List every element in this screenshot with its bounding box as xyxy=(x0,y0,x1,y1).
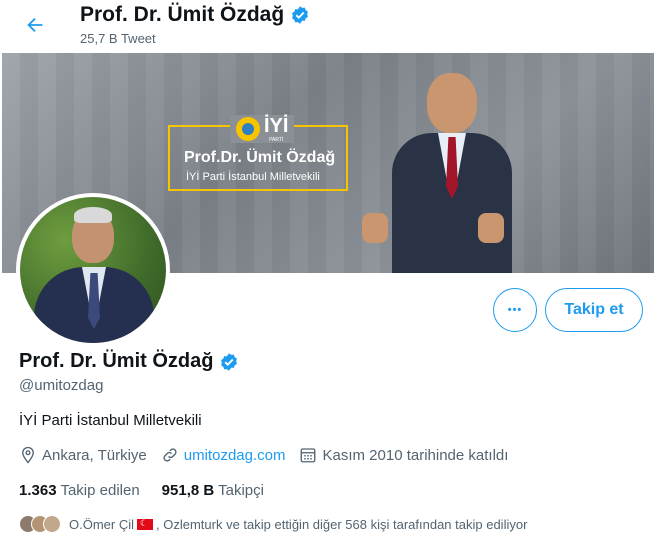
avatar-photo xyxy=(20,197,166,343)
profile-stats: 1.363 Takip edilen 951,8 B Takipçi xyxy=(19,482,264,499)
turkey-flag-icon xyxy=(137,518,153,530)
following-count: 1.363 xyxy=(19,482,57,499)
verified-badge-icon xyxy=(221,352,238,371)
following-stat[interactable]: 1.363 Takip edilen xyxy=(19,482,140,499)
profile-header: Prof. Dr. Ümit Özdağ 25,7 B Tweet xyxy=(0,0,656,53)
joined-text: Kasım 2010 tarihinde katıldı xyxy=(322,446,509,464)
party-logo: İYİ PARTİ xyxy=(230,115,295,143)
followers-count: 951,8 B xyxy=(161,482,215,499)
calendar-icon xyxy=(301,448,316,463)
arrow-left-icon xyxy=(27,17,43,33)
followers-label: Takipçi xyxy=(218,482,264,499)
location-pin-icon xyxy=(22,446,34,464)
profile-handle: @umitozdag xyxy=(19,377,104,394)
link-icon xyxy=(163,448,177,462)
header-title: Prof. Dr. Ümit Özdağ xyxy=(80,3,310,27)
follower-avatars xyxy=(19,515,61,533)
website-link[interactable]: umitozdag.com xyxy=(184,447,286,464)
header-name: Prof. Dr. Ümit Özdağ xyxy=(80,3,285,26)
joined-item: Kasım 2010 tarihinde katıldı xyxy=(299,446,508,464)
sun-icon xyxy=(236,117,260,141)
banner-role: İYİ Parti İstanbul Milletvekili xyxy=(186,171,320,183)
tweet-count: 25,7 B Tweet xyxy=(80,31,156,46)
follow-button[interactable]: Takip et xyxy=(545,288,643,332)
more-options-button[interactable]: ••• xyxy=(493,288,537,332)
followed-by[interactable]: O.Ömer Çil , Ozlemturk ve takip ettiğin … xyxy=(19,515,527,533)
party-name: İYİ xyxy=(264,115,289,137)
verified-badge-icon xyxy=(292,6,309,24)
location-text: Ankara, Türkiye xyxy=(42,446,147,464)
location-item: Ankara, Türkiye xyxy=(19,446,147,464)
profile-name: Prof. Dr. Ümit Özdağ xyxy=(19,350,239,373)
following-label: Takip edilen xyxy=(60,482,140,499)
back-button[interactable] xyxy=(22,12,48,38)
profile-name-text: Prof. Dr. Ümit Özdağ xyxy=(19,350,214,372)
followed-by-name: O.Ömer Çil xyxy=(69,516,134,532)
profile-avatar[interactable] xyxy=(16,193,170,347)
website-item[interactable]: umitozdag.com xyxy=(161,446,286,464)
followers-stat[interactable]: 951,8 B Takipçi xyxy=(162,482,264,499)
banner-person-photo xyxy=(362,63,552,273)
profile-meta: Ankara, Türkiye umitozdag.com Kasım 2010… xyxy=(19,446,522,464)
banner-name: Prof.Dr. Ümit Özdağ xyxy=(184,149,336,166)
more-icon: ••• xyxy=(507,304,523,316)
avatar xyxy=(43,515,61,533)
party-mini: PARTİ xyxy=(269,137,284,143)
followed-by-rest: , Ozlemturk ve takip ettiğin diğer 568 k… xyxy=(156,516,528,532)
profile-bio: İYİ Parti İstanbul Milletvekili xyxy=(19,412,202,429)
